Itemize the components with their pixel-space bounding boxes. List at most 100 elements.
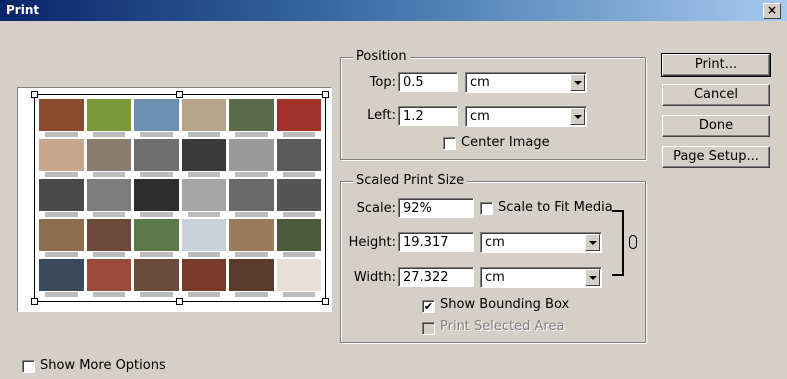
photo-thumbnail	[276, 179, 321, 217]
height-unit-select[interactable]: cm	[480, 232, 602, 253]
photo-image	[229, 259, 274, 291]
height-input[interactable]: 19.317	[398, 232, 474, 252]
photo-image	[276, 99, 321, 131]
photo-thumbnail	[39, 259, 84, 297]
photo-caption	[92, 132, 125, 137]
photo-caption	[235, 132, 268, 137]
page-setup-button[interactable]: Page Setup...	[662, 146, 770, 168]
link-chain-icon	[629, 235, 637, 249]
photo-caption	[187, 292, 220, 297]
photo-image	[134, 139, 179, 171]
dropdown-arrow-icon[interactable]	[570, 74, 585, 91]
photo-thumbnail	[181, 139, 226, 177]
left-input[interactable]: 1.2	[398, 106, 458, 126]
window-title: Print	[6, 3, 40, 17]
photo-thumbnail	[134, 139, 179, 177]
photo-image	[276, 179, 321, 211]
top-unit-select[interactable]: cm	[465, 72, 587, 93]
scale-input[interactable]: 92%	[398, 198, 474, 218]
photo-image	[229, 179, 274, 211]
width-unit-value: cm	[485, 270, 505, 285]
height-label: Height:	[348, 235, 396, 250]
photo-caption	[92, 212, 125, 217]
photo-thumbnail	[181, 179, 226, 217]
photo-caption	[187, 172, 220, 177]
show-more-options-checkbox[interactable]	[22, 360, 35, 373]
height-unit-value: cm	[485, 235, 505, 250]
photo-image	[181, 139, 226, 171]
print-selected-area-label: Print Selected Area	[440, 319, 565, 334]
photo-caption	[235, 252, 268, 257]
width-input[interactable]: 27.322	[398, 267, 474, 287]
photo-thumbnail	[86, 259, 131, 297]
preview-page	[31, 91, 329, 305]
done-button[interactable]: Done	[662, 115, 770, 137]
photo-caption	[235, 172, 268, 177]
photo-image	[39, 139, 84, 171]
photo-contact-sheet	[39, 99, 321, 297]
photo-thumbnail	[276, 99, 321, 137]
photo-thumbnail	[134, 219, 179, 257]
print-preview	[17, 87, 332, 312]
resize-handle-icon[interactable]	[322, 91, 329, 98]
close-icon[interactable]: ×	[763, 3, 781, 19]
photo-thumbnail	[229, 99, 274, 137]
photo-thumbnail	[86, 99, 131, 137]
photo-image	[39, 219, 84, 251]
photo-image	[181, 259, 226, 291]
scale-label: Scale:	[356, 201, 396, 216]
photo-thumbnail	[229, 219, 274, 257]
photo-image	[134, 99, 179, 131]
photo-thumbnail	[86, 219, 131, 257]
width-unit-select[interactable]: cm	[480, 267, 602, 288]
photo-caption	[45, 172, 78, 177]
photo-image	[86, 139, 131, 171]
photo-image	[276, 139, 321, 171]
photo-caption	[187, 132, 220, 137]
photo-image	[39, 99, 84, 131]
photo-caption	[235, 212, 268, 217]
photo-thumbnail	[134, 259, 179, 297]
photo-thumbnail	[86, 179, 131, 217]
center-image-checkbox[interactable]	[443, 137, 456, 150]
photo-caption	[140, 212, 173, 217]
photo-caption	[45, 252, 78, 257]
photo-caption	[282, 212, 315, 217]
photo-caption	[140, 172, 173, 177]
photo-thumbnail	[39, 99, 84, 137]
photo-thumbnail	[276, 259, 321, 297]
photo-image	[86, 99, 131, 131]
dropdown-arrow-icon[interactable]	[585, 234, 600, 251]
resize-handle-icon[interactable]	[176, 91, 183, 98]
dropdown-arrow-icon[interactable]	[570, 108, 585, 125]
photo-thumbnail	[86, 139, 131, 177]
show-more-options-label: Show More Options	[40, 358, 166, 373]
scale-to-fit-checkbox[interactable]	[480, 202, 493, 215]
resize-handle-icon[interactable]	[31, 298, 38, 305]
left-unit-select[interactable]: cm	[465, 106, 587, 127]
position-legend: Position	[353, 49, 410, 64]
photo-caption	[45, 212, 78, 217]
photo-image	[229, 219, 274, 251]
photo-image	[229, 139, 274, 171]
show-bounding-box-checkbox[interactable]: ✔	[422, 300, 435, 313]
photo-thumbnail	[181, 259, 226, 297]
top-input[interactable]: 0.5	[398, 72, 458, 92]
photo-caption	[92, 172, 125, 177]
resize-handle-icon[interactable]	[176, 298, 183, 305]
photo-caption	[140, 292, 173, 297]
dropdown-arrow-icon[interactable]	[585, 269, 600, 286]
photo-thumbnail	[134, 99, 179, 137]
photo-image	[276, 219, 321, 251]
resize-handle-icon[interactable]	[31, 91, 38, 98]
resize-handle-icon[interactable]	[322, 298, 329, 305]
photo-thumbnail	[276, 139, 321, 177]
photo-caption	[282, 132, 315, 137]
show-bounding-box-label: Show Bounding Box	[440, 297, 570, 312]
photo-caption	[282, 172, 315, 177]
print-dialog: Print × Position Top: 0.5 cm Left: 1.2 c…	[0, 0, 787, 379]
cancel-button[interactable]: Cancel	[662, 84, 770, 106]
print-button[interactable]: Print...	[661, 53, 771, 77]
photo-thumbnail	[229, 259, 274, 297]
title-bar: Print ×	[0, 0, 787, 21]
